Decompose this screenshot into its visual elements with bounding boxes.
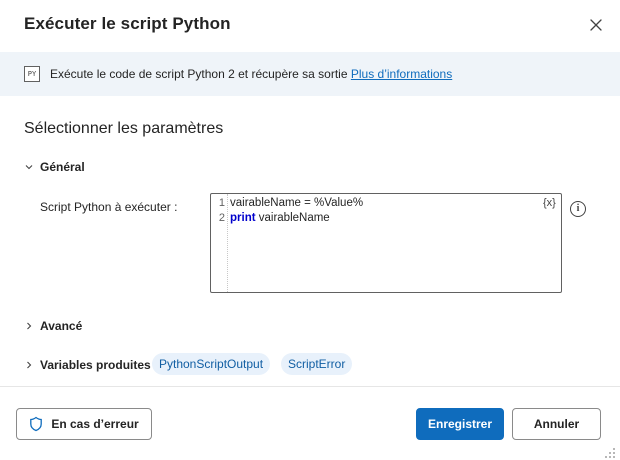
close-icon xyxy=(590,19,602,31)
advanced-group-label: Avancé xyxy=(40,319,83,333)
dialog: Exécuter le script Python PY Exécute le … xyxy=(0,0,620,460)
cancel-button[interactable]: Annuler xyxy=(512,408,601,440)
code-line: print vairableName xyxy=(230,212,330,224)
general-group-label: Général xyxy=(40,160,85,174)
shield-icon xyxy=(30,416,43,432)
dialog-header: Exécuter le script Python xyxy=(0,0,620,50)
info-text: Exécute le code de script Python 2 et ré… xyxy=(50,67,452,81)
variable-chip-script-error[interactable]: ScriptError xyxy=(281,353,353,375)
info-icon[interactable]: i xyxy=(570,201,586,217)
dialog-title: Exécuter le script Python xyxy=(24,14,231,33)
variable-chip-python-script-output[interactable]: PythonScriptOutput xyxy=(152,353,271,375)
code-keyword: print xyxy=(230,212,256,224)
general-group-toggle[interactable]: Général xyxy=(24,158,85,176)
chevron-right-icon xyxy=(27,322,32,330)
info-bar: PY Exécute le code de script Python 2 et… xyxy=(0,52,620,96)
line-number-gutter: 1 2 xyxy=(211,194,228,292)
close-button[interactable] xyxy=(585,14,607,36)
python-file-icon: PY xyxy=(24,66,40,82)
code-line: vairableName = %Value% xyxy=(230,197,364,209)
chevron-right-icon xyxy=(27,361,32,369)
advanced-group-toggle[interactable]: Avancé xyxy=(24,317,82,335)
python-script-editor[interactable]: 1 2 vairableName = %Value% print vairabl… xyxy=(210,193,562,293)
produced-variables-toggle[interactable]: Variables produites xyxy=(24,356,151,374)
line-number: 1 xyxy=(218,197,225,209)
chevron-down-icon xyxy=(25,165,33,170)
on-error-button[interactable]: En cas d’erreur xyxy=(16,408,152,440)
more-info-link[interactable]: Plus d’informations xyxy=(351,67,452,81)
script-param-label: Script Python à exécuter : xyxy=(40,200,178,214)
produced-variables-label: Variables produites xyxy=(40,358,151,372)
section-title: Sélectionner les paramètres xyxy=(24,120,224,137)
line-number: 2 xyxy=(218,212,225,224)
code-text: vairableName xyxy=(255,212,330,224)
footer-divider xyxy=(0,386,620,387)
on-error-label: En cas d’erreur xyxy=(51,417,139,431)
resize-grip-icon[interactable] xyxy=(603,444,617,458)
info-description: Exécute le code de script Python 2 et ré… xyxy=(50,67,351,81)
save-button[interactable]: Enregistrer xyxy=(416,408,504,440)
insert-variable-button[interactable]: {x} xyxy=(543,197,556,209)
